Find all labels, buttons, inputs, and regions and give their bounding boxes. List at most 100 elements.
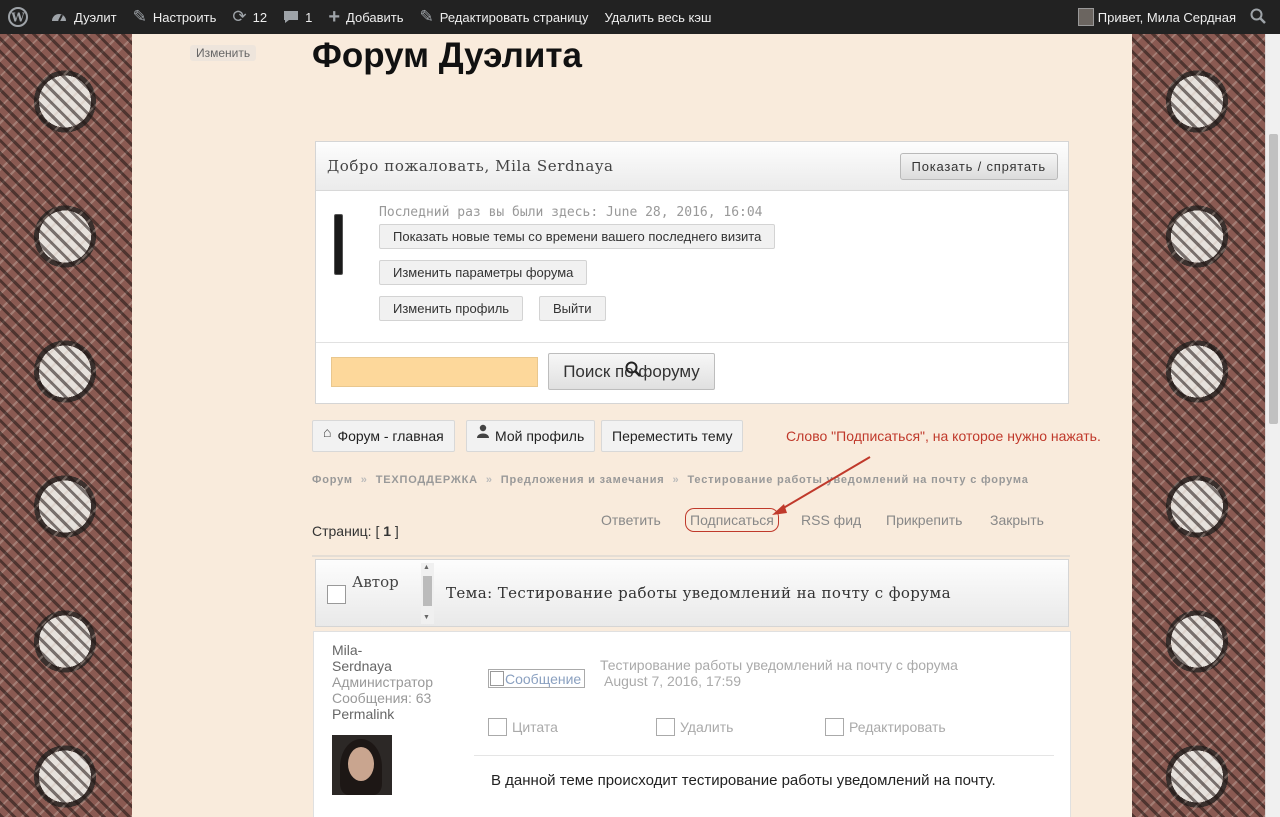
show-hide-button[interactable]: Показать / спрятать	[899, 153, 1058, 180]
edit-icon	[825, 718, 844, 736]
forum-search-input[interactable]	[331, 357, 538, 387]
topic-title: Тема: Тестирование работы уведомлений на…	[446, 584, 951, 602]
scroll-down-icon[interactable]: ▼	[423, 614, 430, 621]
post-body: В данной теме происходит тестирование ра…	[491, 772, 996, 789]
delete-label: Удалить	[680, 719, 734, 735]
author-post-count: Сообщения: 63	[332, 690, 432, 706]
edit-button[interactable]: Редактировать	[825, 718, 946, 736]
welcome-header: Добро пожаловать, Mila Serdnaya Показать…	[316, 142, 1068, 191]
pagination: Страниц: [ 1 ]	[312, 523, 399, 539]
edit-label: Редактировать	[849, 719, 946, 735]
background-pattern-right	[1132, 34, 1265, 817]
quote-icon	[488, 718, 507, 736]
pin-link[interactable]: Прикрепить	[886, 512, 962, 528]
post-date: August 7, 2016, 17:59	[604, 673, 741, 689]
site-name-link[interactable]: Дуэлит	[42, 0, 125, 34]
my-profile-label: Мой профиль	[495, 428, 585, 444]
background-pattern-left	[0, 34, 132, 817]
header-scrollbar-thumb[interactable]	[423, 576, 432, 606]
edit-profile-button[interactable]: Изменить профиль	[379, 296, 524, 321]
breadcrumb-current-topic[interactable]: Тестирование работы уведомлений на почту…	[687, 474, 1028, 486]
breadcrumb-separator: »	[672, 474, 680, 486]
page-title: Форум Дуэлита	[312, 36, 582, 75]
permalink[interactable]: Permalink	[332, 706, 433, 722]
customize-label: Настроить	[152, 9, 217, 25]
header-scrollbar[interactable]: ▲ ▼	[421, 563, 434, 624]
divider	[316, 342, 1068, 343]
delete-icon	[656, 718, 675, 736]
topic-header: Автор ▲ ▼ Тема: Тестирование работы увед…	[315, 559, 1069, 627]
add-new-link[interactable]: + Добавить	[320, 0, 411, 34]
user-icon	[477, 424, 489, 441]
author-role: Администратор	[332, 674, 434, 690]
svg-text:W: W	[10, 11, 25, 25]
scroll-up-icon[interactable]: ▲	[423, 564, 430, 571]
clear-cache-label: Удалить весь кэш	[604, 9, 712, 25]
welcome-title: Добро пожаловать, Mila Serdnaya	[327, 157, 614, 175]
customize-link[interactable]: ✎ Настроить	[125, 0, 225, 34]
post-author-info: Mila- Serdnaya Администратор Сообщения: …	[332, 642, 433, 722]
close-topic-link[interactable]: Закрыть	[990, 512, 1044, 528]
updates-icon: ⟳	[232, 7, 247, 26]
reply-link[interactable]: Ответить	[601, 512, 661, 528]
breadcrumb-forum[interactable]: Форум	[312, 474, 353, 486]
divider	[474, 755, 1054, 756]
user-avatar-small	[1077, 8, 1094, 26]
search-icon	[625, 361, 641, 382]
pagination-current-page[interactable]: 1	[383, 523, 391, 539]
move-topic-button[interactable]: Переместить тему	[601, 420, 744, 452]
broken-image-icon	[490, 671, 504, 686]
site-name-label: Дуэлит	[74, 9, 117, 25]
message-image: Сообщение	[488, 669, 585, 688]
comment-icon	[283, 9, 299, 25]
user-avatar	[334, 214, 343, 275]
avatar-face	[348, 747, 374, 781]
forum-post: Mila- Serdnaya Администратор Сообщения: …	[313, 631, 1071, 817]
breadcrumb: Форум » ТЕХПОДДЕРЖКА » Предложения и зам…	[312, 474, 1029, 486]
brush-icon: ✎	[132, 7, 147, 26]
breadcrumb-separator: »	[360, 474, 368, 486]
breadcrumb-separator: »	[485, 474, 493, 486]
add-new-label: Добавить	[346, 9, 404, 25]
forum-home-button[interactable]: ⌂ Форум - главная	[312, 420, 455, 452]
subscribe-link[interactable]: Подписаться	[685, 508, 779, 532]
dashboard-icon	[50, 8, 68, 26]
forum-home-label: Форум - главная	[337, 428, 444, 444]
delete-button[interactable]: Удалить	[656, 718, 733, 736]
my-profile-button[interactable]: Мой профиль	[466, 420, 596, 452]
rss-link[interactable]: RSS фид	[801, 512, 861, 528]
pagination-label: Страниц: [	[312, 523, 380, 539]
forum-search-button[interactable]: Поиск по форуму	[548, 353, 715, 390]
author-avatar[interactable]	[332, 735, 392, 795]
admin-search-button[interactable]	[1242, 0, 1280, 34]
logout-button[interactable]: Выйти	[539, 296, 606, 321]
edit-link[interactable]: Изменить	[190, 45, 257, 61]
comments-count: 1	[305, 9, 313, 25]
breadcrumb-support[interactable]: ТЕХПОДДЕРЖКА	[376, 474, 478, 486]
annotation-text: Слово "Подписаться", на которое нужно на…	[786, 428, 1101, 444]
edit-page-link[interactable]: ✎ Редактировать страницу	[411, 0, 596, 34]
clear-cache-link[interactable]: Удалить весь кэш	[596, 0, 719, 34]
divider	[312, 555, 1070, 557]
last-visit-text: Последний раз вы были здесь: June 28, 20…	[379, 205, 763, 220]
post-subject[interactable]: Тестирование работы уведомлений на почту…	[600, 657, 958, 673]
quote-button[interactable]: Цитата	[488, 718, 558, 736]
comments-link[interactable]: 1	[275, 0, 320, 34]
show-new-topics-button[interactable]: Показать новые темы со времени вашего по…	[379, 224, 776, 249]
wordpress-logo-button[interactable]: W	[0, 0, 42, 34]
author-name-line2[interactable]: Serdnaya	[332, 658, 433, 674]
breadcrumb-suggestions[interactable]: Предложения и замечания	[501, 474, 665, 486]
edit-page-label: Редактировать страницу	[439, 9, 589, 25]
updates-link[interactable]: ⟳ 12	[224, 0, 275, 34]
updates-count: 12	[252, 9, 268, 25]
pencil-icon: ✎	[419, 7, 434, 26]
page-scrollbar[interactable]	[1265, 34, 1280, 817]
author-name-line1[interactable]: Mila-	[332, 642, 433, 658]
search-icon	[1250, 8, 1266, 27]
my-account-link[interactable]: Привет, Мила Сердная	[1070, 0, 1242, 34]
forum-settings-button[interactable]: Изменить параметры форума	[379, 260, 588, 285]
scrollbar-thumb[interactable]	[1269, 134, 1278, 424]
home-icon: ⌂	[323, 424, 332, 440]
broken-image-icon	[327, 585, 346, 604]
greeting-label: Привет, Мила Сердная	[1097, 9, 1236, 25]
